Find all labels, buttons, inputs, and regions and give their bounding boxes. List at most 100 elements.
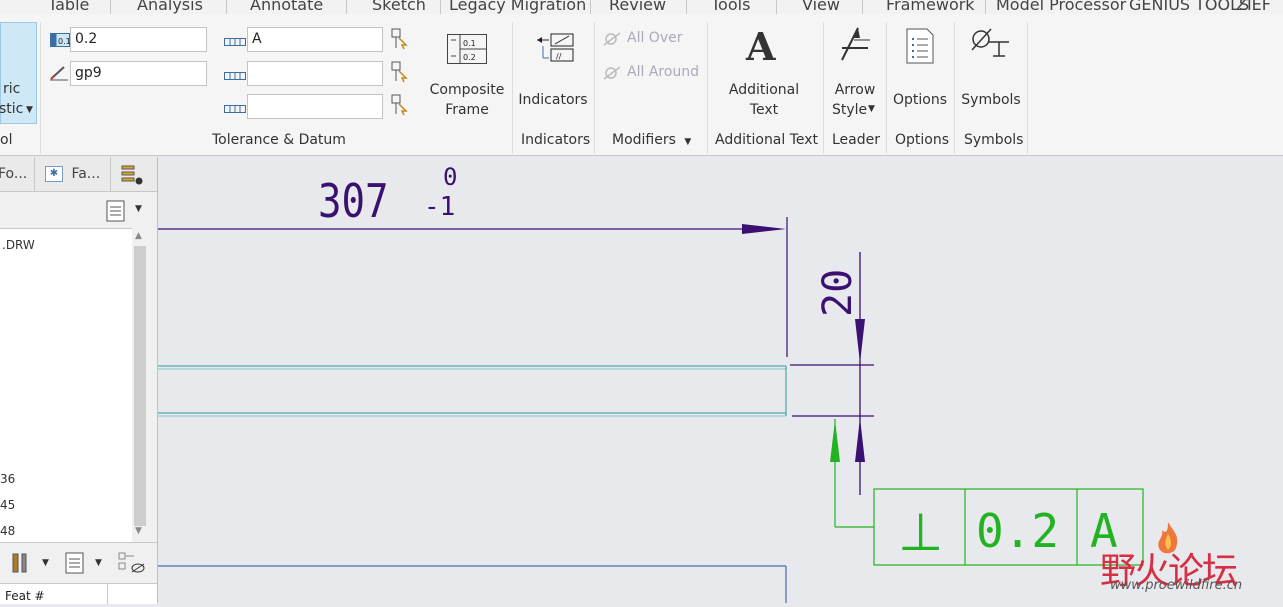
tab-annotate[interactable]: Annotate: [250, 0, 323, 14]
tab-separator: [862, 0, 863, 14]
tab-view[interactable]: View: [802, 0, 840, 14]
datum-pick-icon[interactable]: [391, 61, 409, 87]
chevron-down-icon: ▼: [684, 137, 692, 147]
chevron-down-icon[interactable]: ▼: [42, 558, 49, 568]
show-hide-icon[interactable]: [118, 552, 146, 578]
indicators-label: Indicators: [518, 92, 588, 108]
tab-folder-browser[interactable]: Fo...: [0, 157, 35, 191]
options-list-icon: [905, 28, 935, 68]
horizontal-dimension[interactable]: 307 0 -1: [158, 163, 788, 357]
tab-model-processor[interactable]: Model Processor: [996, 0, 1126, 14]
chevron-down-icon[interactable]: ▼: [135, 204, 142, 214]
tab-sketch[interactable]: Sketch: [372, 0, 426, 14]
tree-item-number[interactable]: 45: [0, 498, 15, 512]
tab-zief[interactable]: ZIEF: [1236, 0, 1271, 14]
tab-table[interactable]: Table: [48, 0, 89, 14]
favorites-tab-label: Fa...: [71, 166, 101, 182]
tools-hammer-icon[interactable]: [10, 552, 32, 578]
datum-primary-field[interactable]: A: [247, 27, 383, 52]
tab-tools[interactable]: Tools: [711, 0, 750, 14]
perpendicularity-symbol-text: ⊥: [898, 503, 943, 563]
all-around-button[interactable]: All Around: [602, 64, 706, 84]
tolerance-value-field[interactable]: 0.2: [70, 27, 207, 52]
all-around-icon: [602, 65, 622, 85]
chevron-down-icon[interactable]: ▼: [95, 558, 102, 568]
model-tree-panel: Fo... ✱ Fa... ▼ .DRW 36 45 48 ▲ ▼ ▼ ▼ Fe…: [0, 157, 158, 604]
geometric-id-field[interactable]: gp9: [70, 61, 207, 86]
tab-analysis[interactable]: Analysis: [137, 0, 203, 14]
tab-separator: [985, 0, 986, 14]
scroll-up-icon[interactable]: ▲: [135, 231, 142, 241]
tab-separator: [110, 0, 111, 14]
tab-separator: [440, 0, 441, 14]
additional-text-line1: Additional: [728, 82, 800, 98]
pencil-id-icon: [49, 65, 69, 85]
layers-icon: [121, 164, 145, 190]
settings-list-icon[interactable]: [65, 552, 85, 578]
arrow-style-line1: Arrow: [834, 82, 876, 98]
tab-review[interactable]: Review: [609, 0, 666, 14]
part-edges: [158, 365, 787, 603]
column-divider: [107, 584, 108, 604]
all-over-button[interactable]: All Over: [602, 30, 702, 50]
tree-item-drawing[interactable]: .DRW: [2, 238, 35, 252]
gtol-leader-arrowhead: [830, 420, 840, 462]
datum-secondary-field[interactable]: [247, 61, 383, 86]
tab-legacy-migration[interactable]: Legacy Migration: [449, 0, 586, 14]
arrow-style-line2: Style: [832, 102, 868, 118]
tab-framework[interactable]: Framework: [886, 0, 975, 14]
scrollbar-thumb[interactable]: [134, 246, 146, 526]
tab-genius-tools[interactable]: GENIUS TOOLS: [1129, 0, 1249, 14]
modifiers-group-menu[interactable]: Modifiers ▼: [612, 132, 691, 148]
all-over-icon: [602, 31, 622, 51]
indicators-icon: //: [535, 30, 575, 68]
tab-separator: [590, 0, 591, 14]
partial-button-line1: ric: [3, 81, 21, 97]
tab-favorites[interactable]: ✱ Fa...: [35, 157, 111, 191]
group-separator: [823, 22, 824, 154]
composite-frame-button[interactable]: 0.1 0.2 Composite Frame: [425, 22, 509, 126]
additional-text-line2: Text: [749, 102, 779, 118]
additional-text-button[interactable]: A Additional Text: [716, 22, 812, 126]
tree-scrollbar[interactable]: ▲ ▼: [132, 228, 148, 541]
symbols-icon: [969, 28, 1013, 66]
tree-item-number[interactable]: 36: [0, 472, 15, 486]
partial-parametric-button[interactable]: ric stic ▼: [0, 22, 37, 124]
all-around-label: All Around: [627, 64, 700, 80]
datum-tertiary-field[interactable]: [247, 94, 383, 119]
datum-primary-text: A: [252, 31, 262, 47]
tab-layers[interactable]: [111, 157, 157, 191]
tab-separator: [686, 0, 687, 14]
svg-text:0.1: 0.1: [58, 37, 70, 46]
dimension-arrowhead: [742, 224, 786, 234]
datum-pick-icon[interactable]: [391, 94, 409, 120]
composite-frame-line2: Frame: [445, 102, 489, 118]
forum-watermark: 野火论坛 www.proewildfire.cn: [1070, 520, 1280, 600]
indicators-button[interactable]: // Indicators: [514, 22, 592, 126]
options-button[interactable]: Options: [888, 22, 952, 126]
vertical-dimension-value-text: 20: [815, 269, 861, 317]
leader-group-label: Leader: [832, 132, 881, 148]
options-group-label: Options: [895, 132, 950, 148]
datum-pick-icon[interactable]: [391, 28, 409, 54]
group-separator: [594, 22, 595, 154]
arrow-style-button[interactable]: Arrow Style ▼: [826, 22, 884, 126]
ribbon: ric stic ▼ ol 0.1 0.2 gp9 A 0.1 0.2 Comp…: [0, 14, 1283, 156]
menu-tab-bar: Table Analysis Annotate Sketch Legacy Mi…: [0, 0, 1283, 14]
group-separator: [707, 22, 708, 154]
datum-primary-icon: [224, 35, 246, 51]
symbols-button[interactable]: Symbols: [957, 22, 1025, 126]
scroll-down-icon[interactable]: ▼: [135, 526, 142, 536]
indicators-group-label: Indicators: [521, 132, 591, 148]
tab-separator: [776, 0, 777, 14]
tree-item-number[interactable]: 48: [0, 524, 15, 538]
folder-tab-label: Fo...: [0, 166, 28, 182]
dimension-upper-tolerance-text: 0: [443, 163, 457, 191]
frame-cell-text: 0.2: [463, 53, 476, 62]
chevron-down-icon: ▼: [26, 105, 33, 115]
settings-list-icon[interactable]: [106, 200, 126, 226]
feat-number-header[interactable]: Feat #: [5, 589, 45, 603]
favorites-star-icon: ✱: [45, 166, 63, 182]
geometric-id-text: gp9: [75, 65, 102, 81]
composite-frame-icon: 0.1 0.2: [447, 34, 487, 68]
